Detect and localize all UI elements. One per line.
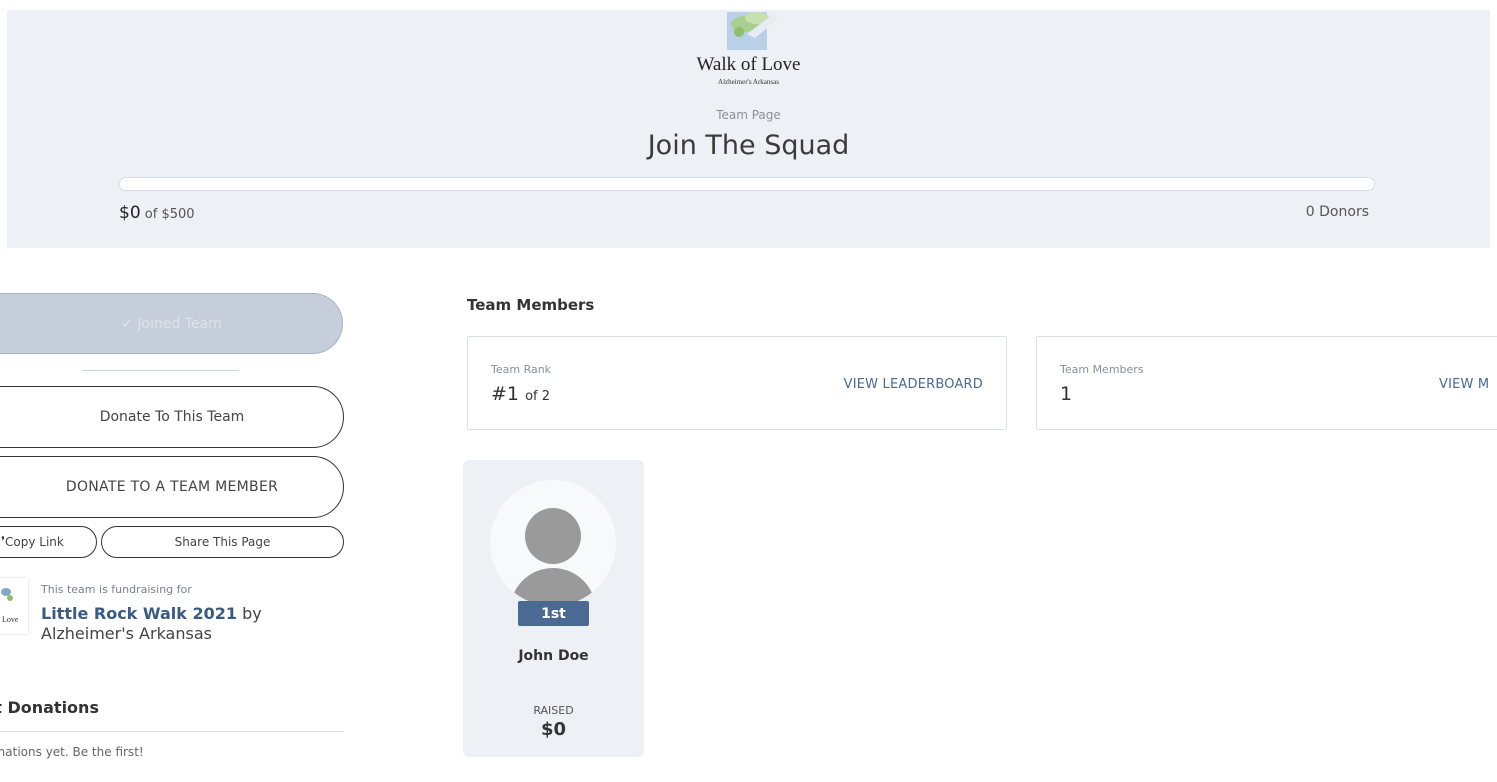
fundraising-progress-bar bbox=[119, 177, 1375, 191]
avatar-head-icon bbox=[525, 508, 581, 564]
view-leaderboard-link[interactable]: VIEW LEADERBOARD bbox=[844, 377, 983, 392]
team-rank-of: of 2 bbox=[525, 389, 550, 404]
donor-count: 0 Donors bbox=[1305, 204, 1369, 220]
team-rank-label: Team Rank bbox=[491, 363, 552, 376]
member-rank-badge: 1st bbox=[518, 601, 589, 626]
member-raised-amount: $0 bbox=[540, 719, 567, 740]
recent-donations-divider bbox=[0, 731, 344, 732]
fundraising-event: Little Rock Walk 2021 by Alzheimer's Ark… bbox=[41, 604, 341, 644]
team-members-label: Team Members bbox=[1060, 363, 1144, 376]
team-rank-card: Team Rank #1 of 2 VIEW LEADERBOARD bbox=[467, 336, 1007, 430]
raised-summary: $0 of $500 bbox=[119, 203, 195, 223]
share-page-button[interactable]: Share This Page bbox=[101, 526, 344, 558]
event-logo-icon bbox=[1, 588, 13, 601]
fundraising-intro: This team is fundraising for bbox=[41, 583, 192, 596]
team-members-count: 1 bbox=[1060, 383, 1073, 405]
copy-link-label: Copy Link bbox=[5, 535, 64, 549]
member-name: John Doe bbox=[518, 648, 589, 664]
check-icon: ✓ bbox=[121, 315, 138, 332]
view-members-link[interactable]: VIEW M bbox=[1439, 377, 1489, 392]
team-member-card[interactable]: 1st John Doe RAISED $0 bbox=[463, 460, 644, 757]
organization-name: Alzheimer's Arkansas bbox=[41, 624, 212, 643]
team-rank-number: #1 bbox=[491, 383, 520, 405]
donate-to-member-button[interactable]: DONATE TO A TEAM MEMBER bbox=[0, 456, 344, 518]
event-logo-thumbnail[interactable]: Love bbox=[0, 578, 28, 634]
logo-subtitle: Alzheimer's Arkansas bbox=[718, 78, 779, 86]
copy-link-button[interactable]: ❜ Copy Link bbox=[0, 526, 97, 558]
walk-of-love-logo-icon bbox=[727, 12, 779, 50]
team-members-heading: Team Members bbox=[467, 296, 595, 314]
page-type-label: Team Page bbox=[716, 108, 781, 122]
link-icon: ❜ bbox=[1, 534, 5, 548]
joined-team-label: Joined Team bbox=[137, 315, 222, 332]
team-members-card: Team Members 1 VIEW M bbox=[1036, 336, 1497, 430]
goal-text: of $500 bbox=[144, 207, 195, 222]
member-raised-label: RAISED bbox=[533, 704, 574, 717]
donate-to-team-button[interactable]: Donate To This Team bbox=[0, 386, 344, 448]
team-rank-value: #1 of 2 bbox=[491, 383, 550, 405]
by-label: by bbox=[242, 604, 262, 623]
recent-donations-title: ent Donations bbox=[0, 698, 99, 717]
logo-title: Walk of Love bbox=[696, 54, 801, 75]
team-hero: Walk of Love Alzheimer's Arkansas Team P… bbox=[7, 10, 1490, 248]
event-link[interactable]: Little Rock Walk 2021 bbox=[41, 604, 237, 623]
recent-donations-empty: lonations yet. Be the first! bbox=[0, 745, 144, 759]
page-title: Join The Squad bbox=[647, 130, 850, 161]
raised-amount: $0 bbox=[119, 203, 141, 223]
event-logo-text: Love bbox=[2, 615, 19, 624]
avatar bbox=[490, 480, 616, 606]
sidebar-divider bbox=[82, 370, 239, 371]
joined-team-button[interactable]: ✓ Joined Team bbox=[0, 293, 343, 354]
